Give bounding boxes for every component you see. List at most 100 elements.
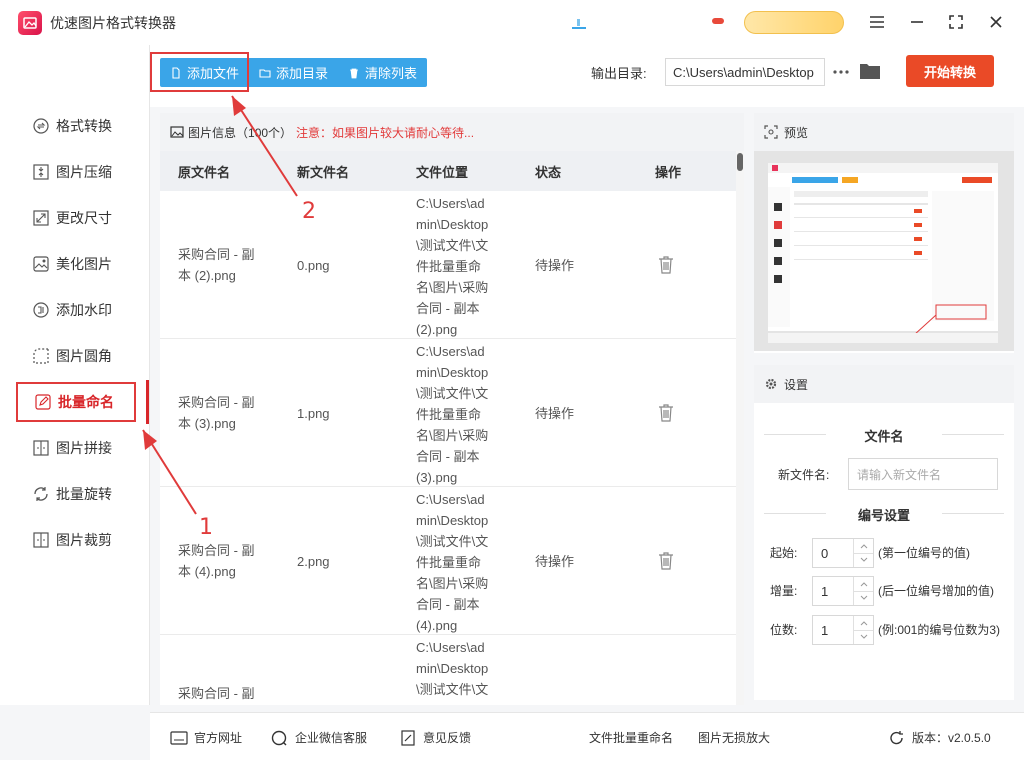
batch-rename-link[interactable]: 文件批量重命名: [589, 729, 673, 746]
sidebar-item-label: 图片裁剪: [56, 532, 112, 548]
preview-thumbnail: [754, 151, 1014, 351]
file-location-line: (2).png: [416, 322, 458, 337]
file-location-line: \测试文件\文: [416, 682, 489, 697]
file-location-line: 件批量重命: [416, 407, 482, 422]
table-row[interactable]: 采购合同 - 副本 (4).png 2.png C:\Users\ad min\Des…: [160, 487, 736, 635]
table-row[interactable]: 采购合同 - 副本 (2).png 0.png C:\Users\ad min\Des…: [160, 191, 736, 339]
folder-outline-icon: [259, 68, 271, 78]
menu-button[interactable]: [864, 10, 890, 34]
sidebar-item-batch-rename[interactable]: 批量命名: [16, 380, 149, 424]
increment-button[interactable]: [854, 616, 873, 631]
file-location-line: \测试文件\文: [416, 386, 489, 401]
table-row[interactable]: 采购合同 - 副本 (3).png 1.png C:\Users\ad min\Des…: [160, 339, 736, 487]
file-location-line: min\Desktop: [416, 217, 489, 232]
maximize-button[interactable]: [943, 10, 969, 34]
filename-section-title: 文件名: [764, 426, 1004, 445]
folder-icon[interactable]: [858, 60, 882, 82]
menu-icon: [870, 16, 884, 28]
delete-row-icon[interactable]: [657, 255, 675, 275]
column-header: 状态: [535, 164, 562, 180]
sidebar-item-beautify[interactable]: 美化图片: [16, 244, 136, 284]
scroll-thumb[interactable]: [737, 153, 743, 171]
digits-value[interactable]: 1: [813, 616, 853, 644]
clear-list-button[interactable]: 清除列表: [338, 58, 427, 87]
start-stepper[interactable]: 0: [812, 538, 874, 568]
sidebar-item-label: 添加水印: [56, 302, 112, 318]
decrement-button[interactable]: [854, 592, 873, 606]
step-stepper[interactable]: 1: [812, 576, 874, 606]
new-name-input[interactable]: 请输入新文件名: [848, 458, 998, 490]
decrement-button[interactable]: [854, 554, 873, 568]
file-location-line: C:\Users\ad: [416, 196, 485, 211]
table-header: 原文件名 新文件名 文件位置 状态 操作: [160, 151, 736, 191]
promo-badge[interactable]: [712, 18, 724, 24]
file-location-line: min\Desktop: [416, 513, 489, 528]
official-website-link[interactable]: 官方网址: [170, 729, 242, 746]
sidebar-item-label: 图片压缩: [56, 164, 112, 180]
version-info[interactable]: 版本：v2.0.5.0: [888, 729, 991, 746]
delete-row-icon[interactable]: [657, 551, 675, 571]
new-filename: 0.png: [297, 258, 330, 273]
settings-header: 设置: [754, 365, 1014, 403]
clear-list-label: 清除列表: [365, 66, 418, 81]
resize-icon: [33, 210, 49, 226]
scrollbar[interactable]: [736, 151, 744, 705]
version-label: 版本：v2.0.5.0: [912, 731, 991, 745]
promo-icon[interactable]: [568, 16, 590, 32]
sidebar: 格式转换 图片压缩 更改尺寸 美化图片 添加水印 图片圆角 批量命名 图片拼接 …: [0, 45, 150, 705]
sidebar-item-stitch[interactable]: 图片拼接: [16, 428, 136, 468]
increment-button[interactable]: [854, 577, 873, 592]
increment-button[interactable]: [854, 539, 873, 554]
file-location-line: C:\Users\ad: [416, 640, 485, 655]
table-row[interactable]: 采购合同 - 副 C:\Users\ad min\Desktop \测试文件\文: [160, 635, 736, 705]
output-dir-input[interactable]: C:\Users\admin\Desktop: [665, 58, 825, 86]
trash-icon: [350, 68, 359, 78]
lossless-upscale-link[interactable]: 图片无损放大: [698, 729, 770, 746]
feedback-link[interactable]: 意见反馈: [399, 729, 471, 746]
file-location-line: (3).png: [416, 470, 458, 485]
sidebar-item-compress[interactable]: 图片压缩: [16, 152, 136, 192]
sidebar-item-crop[interactable]: 图片裁剪: [16, 520, 136, 560]
sidebar-item-rounded-corner[interactable]: 图片圆角: [16, 336, 136, 376]
maximize-icon: [949, 15, 963, 29]
digits-stepper[interactable]: 1: [812, 615, 874, 645]
sidebar-item-label: 格式转换: [56, 118, 112, 134]
annotation-number-two: 2: [302, 199, 316, 224]
start-convert-button[interactable]: 开始转换: [906, 55, 994, 87]
original-filename-line: 采购合同 - 副: [178, 247, 255, 262]
stitch-icon: [33, 440, 49, 456]
file-location-line: (4).png: [416, 618, 458, 633]
digits-hint: (例:001的编号位数为3): [878, 623, 1001, 637]
sidebar-item-label: 批量命名: [58, 394, 114, 410]
sidebar-item-format-convert[interactable]: 格式转换: [16, 106, 136, 146]
file-location: C:\Users\ad min\Desktop \测试文件\文 件批量重命 名\图片\采…: [416, 341, 488, 488]
original-filename-line: 采购合同 - 副: [178, 543, 255, 558]
sidebar-item-rotate[interactable]: 批量旋转: [16, 474, 136, 514]
file-list-header: 图片信息 （100个） 注意：如果图片较大请耐心等待...: [160, 113, 744, 151]
promo-banner[interactable]: [744, 11, 844, 34]
decrement-button[interactable]: [854, 631, 873, 645]
start-value[interactable]: 0: [813, 539, 853, 567]
format-convert-icon: [33, 118, 49, 134]
sidebar-item-resize[interactable]: 更改尺寸: [16, 198, 136, 238]
digits-label: 位数:: [770, 623, 798, 637]
rotate-icon: [34, 487, 48, 501]
more-options-icon[interactable]: [831, 63, 851, 81]
sidebar-item-watermark[interactable]: 添加水印: [16, 290, 136, 330]
original-filename-line: 本 (4).png: [178, 564, 236, 579]
file-location-line: 合同 - 副本: [416, 449, 480, 464]
column-header: 原文件名: [178, 164, 231, 180]
sidebar-item-label: 更改尺寸: [56, 210, 112, 226]
add-directory-button[interactable]: 添加目录: [249, 58, 338, 87]
step-value[interactable]: 1: [813, 577, 853, 605]
delete-row-icon[interactable]: [657, 403, 675, 423]
close-button[interactable]: [983, 10, 1009, 34]
app-title: 优速图片格式转换器: [50, 14, 176, 31]
annotation-box-add-file: [150, 52, 249, 92]
minimize-button[interactable]: [904, 10, 930, 34]
file-location-line: 件批量重命: [416, 259, 482, 274]
original-filename-line: 本 (3).png: [178, 416, 236, 431]
rename-icon: [35, 394, 51, 410]
wechat-support-link[interactable]: 企业微信客服: [271, 729, 367, 746]
toolbar: 添加文件 添加目录 清除列表 输出目录: C:\Users\admin\Desk…: [150, 45, 1024, 107]
